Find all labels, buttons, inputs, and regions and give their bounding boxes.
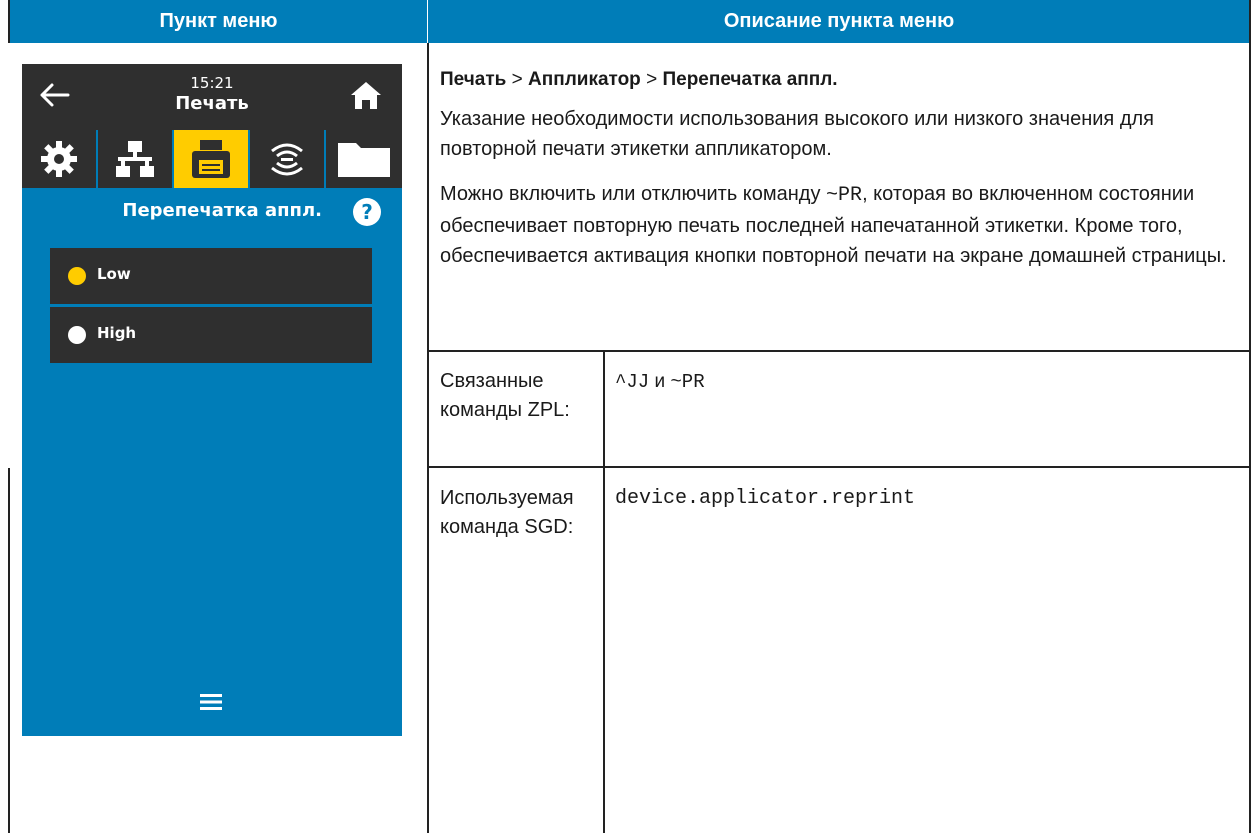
- menu-item-header: Пункт меню: [10, 0, 427, 43]
- description-paragraph-1: Указание необходимости использования выс…: [440, 108, 1154, 160]
- table-row-divider-1: [427, 350, 1251, 352]
- breadcrumb-applicator: Аппликатор: [528, 69, 641, 90]
- breadcrumb: Печать > Аппликатор > Перепечатка аппл.: [440, 65, 1240, 95]
- option-label: Low: [97, 265, 131, 283]
- home-icon[interactable]: [350, 80, 382, 110]
- zpl-conjunction: и: [649, 371, 671, 392]
- para2-text-a: Можно включить или отключить команду: [440, 183, 827, 205]
- screen-title: Печать: [175, 93, 249, 114]
- network-icon: [116, 141, 154, 177]
- printer-screen: 15:21 Печать Перепечатка аппл. ? Low Hig…: [22, 64, 402, 736]
- sgd-command-value: device.applicator.reprint: [615, 487, 916, 510]
- radio-selected-icon: [68, 267, 86, 285]
- option-low[interactable]: Low: [50, 248, 372, 304]
- sgd-command-label: Используемая команда SGD:: [440, 487, 574, 538]
- gear-icon: [41, 141, 77, 177]
- table-row-divider-2: [427, 466, 1251, 468]
- description-paragraph-2: Можно включить или отключить команду ~PR…: [440, 179, 1240, 271]
- zpl-commands-label: Связанные команды ZPL:: [440, 370, 570, 421]
- tab-settings[interactable]: [22, 130, 96, 188]
- menu-description-header: Описание пункта меню: [428, 0, 1250, 43]
- hamburger-menu-icon[interactable]: [200, 694, 222, 710]
- zpl-command-jj: ^JJ: [615, 371, 650, 393]
- zpl-commands-value: ^JJ и ~PR: [615, 367, 705, 397]
- setting-title: Перепечатка аппл.: [122, 200, 322, 221]
- table-inner-divider: [603, 350, 605, 833]
- breadcrumb-separator: >: [646, 69, 658, 90]
- option-high[interactable]: High: [50, 307, 372, 363]
- category-tabs: [22, 130, 402, 188]
- table-left-border-lower: [8, 468, 10, 833]
- tab-network[interactable]: [98, 130, 172, 188]
- clock: 15:21: [190, 74, 234, 92]
- radio-unselected-icon: [68, 326, 86, 344]
- zpl-command-pr: ~PR: [670, 371, 705, 393]
- option-label: High: [97, 324, 137, 342]
- para2-command: ~PR: [826, 184, 863, 207]
- svg-text:?: ?: [361, 200, 373, 224]
- wireless-icon: [271, 143, 303, 176]
- help-icon[interactable]: ?: [352, 197, 382, 227]
- folder-icon: [338, 143, 390, 177]
- printer-icon: [192, 140, 230, 178]
- top-bar: 15:21 Печать: [22, 64, 402, 130]
- breadcrumb-reprint: Перепечатка аппл.: [662, 69, 838, 90]
- table-column-divider: [427, 43, 429, 833]
- tab-wireless[interactable]: [250, 130, 324, 188]
- breadcrumb-separator: >: [511, 69, 523, 90]
- table-right-border: [1249, 0, 1251, 833]
- breadcrumb-print: Печать: [440, 69, 507, 90]
- table-left-border: [8, 0, 10, 43]
- tab-print[interactable]: [174, 130, 248, 188]
- tab-storage[interactable]: [326, 130, 402, 188]
